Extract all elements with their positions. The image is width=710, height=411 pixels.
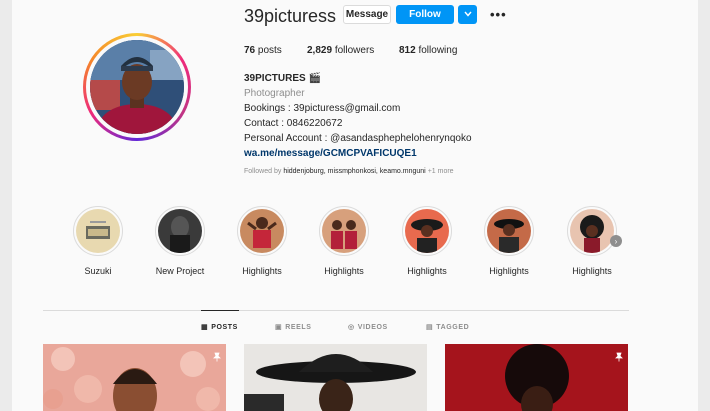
- tab-label: TAGGED: [436, 323, 470, 331]
- followed-by[interactable]: Followed by hiddenjoburg, missmphonkosi,…: [244, 168, 454, 175]
- tab-reels[interactable]: ▣ REELS: [275, 323, 312, 332]
- tab-tagged[interactable]: ▤ TAGGED: [426, 323, 470, 332]
- highlight-label: Highlights: [242, 266, 282, 276]
- chevron-right-icon[interactable]: ›: [610, 235, 622, 247]
- profile-full-name: 39PICTURES 🎬: [244, 73, 321, 84]
- posts-label: posts: [257, 45, 282, 56]
- tab-label: REELS: [285, 323, 312, 331]
- tab-videos[interactable]: ◎ VIDEOS: [348, 323, 388, 332]
- profile-username: 39picturess: [244, 6, 337, 26]
- avatar[interactable]: [90, 40, 184, 134]
- highlight-label: Highlights: [407, 266, 447, 276]
- highlight-label: New Project: [155, 266, 205, 276]
- following-count: 812: [399, 45, 416, 56]
- highlight-cover: [322, 209, 366, 253]
- following-stat[interactable]: 812 following: [399, 45, 457, 56]
- followed-by-names: hiddenjoburg, missmphonkosi, keamo.mngun…: [283, 168, 426, 175]
- following-label: following: [418, 45, 458, 56]
- post-thumbnail[interactable]: [244, 344, 427, 411]
- active-tab-indicator: [201, 310, 239, 311]
- grid-icon: ▦: [201, 324, 209, 331]
- follow-dropdown-button[interactable]: [458, 5, 477, 24]
- highlight-item[interactable]: Highlights: [227, 206, 297, 276]
- followers-count: 2,829: [307, 45, 333, 56]
- followed-by-prefix: Followed by: [244, 168, 282, 175]
- tag-icon: ▤: [426, 324, 434, 331]
- video-icon: ◎: [348, 324, 355, 331]
- followers-label: followers: [334, 45, 375, 56]
- followers-stat[interactable]: 2,829 followers: [307, 45, 374, 56]
- bio-line: Bookings : 39picturess@gmail.com: [244, 103, 401, 114]
- highlight-label: Suzuki: [84, 266, 112, 276]
- highlight-cover: [487, 209, 531, 253]
- bio: 39PICTURES 🎬 Photographer Bookings : 39p…: [244, 71, 564, 161]
- story-ring[interactable]: [83, 33, 191, 141]
- bio-link[interactable]: wa.me/message/GCMCPVAFICUQE1: [244, 146, 564, 161]
- chevron-down-icon: [463, 9, 472, 20]
- reels-icon: ▣: [275, 324, 283, 331]
- posts-count: 76: [244, 45, 256, 56]
- highlight-cover: [570, 209, 614, 253]
- highlight-label: Highlights: [324, 266, 364, 276]
- tab-label: POSTS: [211, 323, 238, 331]
- profile-category: Photographer: [244, 88, 305, 99]
- tab-posts[interactable]: ▦ POSTS: [201, 323, 238, 332]
- tab-label: VIDEOS: [357, 323, 388, 331]
- highlight-cover: [76, 209, 120, 253]
- highlight-item[interactable]: New Project: [145, 206, 215, 276]
- pin-icon: [614, 349, 624, 367]
- post-thumbnail[interactable]: [43, 344, 226, 411]
- tabs-divider: [43, 310, 629, 311]
- pin-icon: [212, 349, 222, 367]
- follow-button[interactable]: Follow: [396, 5, 454, 24]
- highlight-item[interactable]: Highlights: [309, 206, 379, 276]
- highlight-label: Highlights: [489, 266, 529, 276]
- highlight-item[interactable]: Highlights: [392, 206, 462, 276]
- highlight-cover: [405, 209, 449, 253]
- profile-page: 39picturess Message Follow ••• 76 posts …: [12, 0, 698, 411]
- message-button[interactable]: Message: [343, 5, 391, 24]
- followed-by-more: +1 more: [427, 168, 454, 175]
- highlight-item[interactable]: Highlights: [474, 206, 544, 276]
- bio-line: Contact : 0846220672: [244, 118, 343, 129]
- highlight-label: Highlights: [572, 266, 612, 276]
- bio-line: Personal Account : @asandasphephelohenry…: [244, 133, 472, 144]
- more-options-icon[interactable]: •••: [490, 7, 507, 22]
- highlight-cover: [240, 209, 284, 253]
- post-thumbnail[interactable]: [445, 344, 628, 411]
- highlight-item[interactable]: Suzuki: [63, 206, 133, 276]
- posts-stat: 76 posts: [244, 45, 282, 56]
- highlight-cover: [158, 209, 202, 253]
